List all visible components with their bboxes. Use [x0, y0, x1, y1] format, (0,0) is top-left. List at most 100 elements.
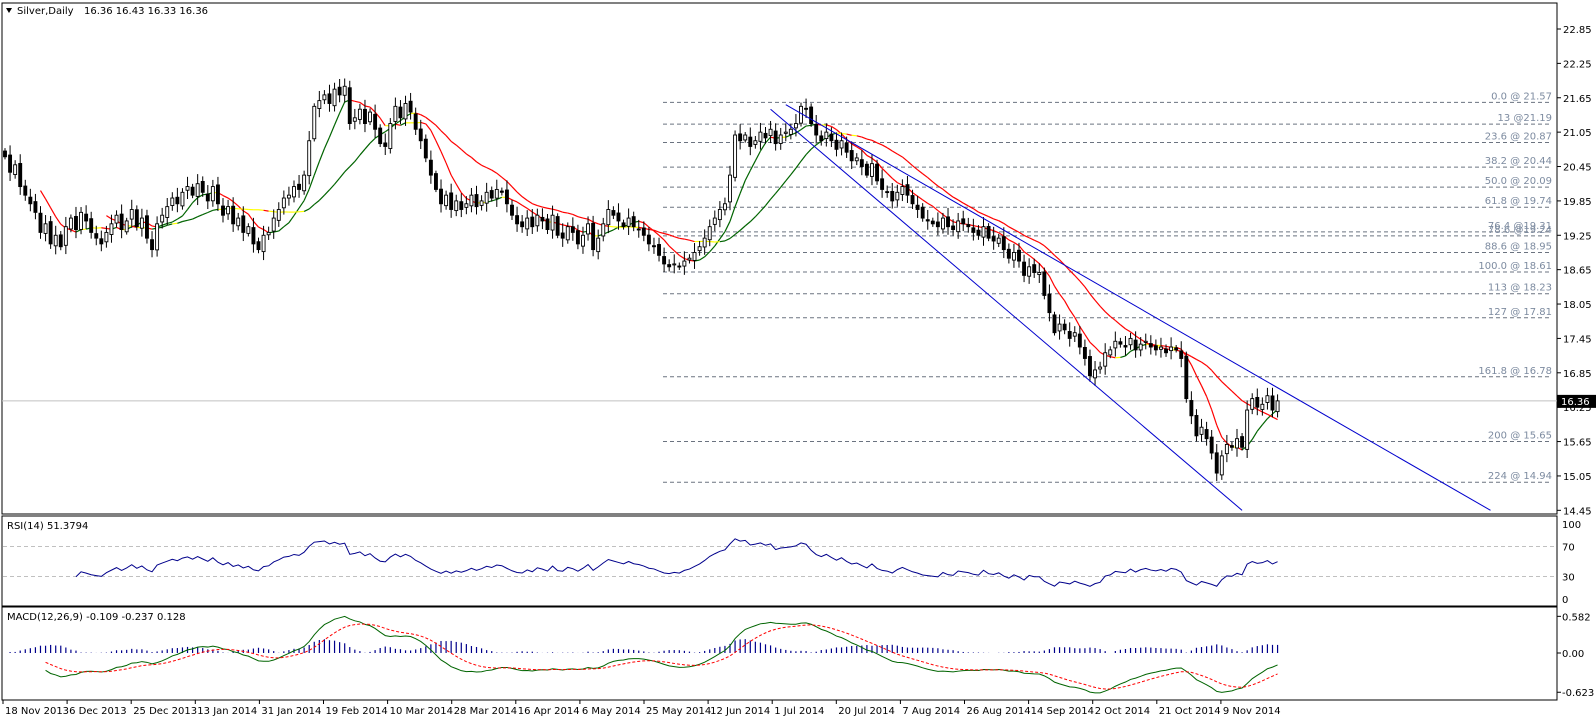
candle-body: [616, 212, 621, 222]
ma-segment: [719, 231, 726, 240]
candle-body: [768, 128, 773, 137]
ma-segment: [511, 186, 518, 193]
ma-segment: [1069, 309, 1076, 318]
candle-body: [1245, 409, 1250, 450]
ma-segment: [826, 124, 832, 127]
candle-body: [403, 103, 408, 120]
ma-segment: [308, 203, 315, 210]
candle: [43, 215, 48, 242]
candle-body: [1189, 400, 1194, 417]
ma-segment: [1211, 369, 1218, 377]
candle: [510, 199, 514, 220]
ma-segment: [1028, 237, 1035, 241]
ma-segment: [308, 174, 315, 190]
candle-body: [1159, 346, 1163, 350]
candle: [469, 187, 474, 213]
moving-averages: [39, 99, 1278, 451]
candle: [535, 208, 540, 232]
candle-body: [281, 197, 286, 209]
ma-segment: [886, 147, 893, 152]
candle-body: [1006, 248, 1011, 259]
ma-segment: [689, 239, 695, 243]
candle-body: [378, 127, 383, 145]
channel-line[interactable]: [785, 104, 1491, 511]
ma-segment: [1196, 358, 1202, 363]
ma-segment: [1191, 356, 1197, 360]
candle: [1093, 361, 1098, 386]
ma-segment: [1272, 416, 1278, 421]
fib-level-label: 50.0 @ 20.09: [1485, 176, 1552, 187]
fib-level-label: 38.2 @ 20.44: [1485, 156, 1552, 167]
candle: [692, 243, 697, 269]
candle: [63, 216, 68, 255]
candle-body: [763, 132, 768, 139]
ma-segment: [222, 194, 229, 199]
candle-body: [246, 226, 251, 234]
candle-body: [1108, 349, 1113, 356]
ma-segment: [572, 213, 579, 218]
candle: [1047, 284, 1052, 322]
ma-segment: [927, 202, 934, 207]
ma-segment: [927, 177, 934, 183]
collapse-triangle-icon[interactable]: [6, 8, 12, 13]
ma-segment: [359, 148, 366, 156]
candle-body: [1174, 347, 1179, 351]
candle: [900, 179, 905, 202]
macd-tick-label: 0.00: [1562, 649, 1584, 660]
candle-body: [515, 215, 520, 225]
candle-body: [504, 189, 509, 205]
ma-segment: [1099, 305, 1106, 313]
candle-body: [434, 173, 438, 190]
ma-segment: [557, 209, 563, 213]
ma-segment: [329, 183, 335, 191]
ma-segment: [1018, 231, 1025, 236]
candle: [145, 209, 149, 244]
candle-body: [195, 183, 200, 197]
ma-segment: [831, 125, 837, 131]
candle: [1128, 332, 1133, 350]
candle: [403, 95, 408, 126]
ma-segment: [430, 130, 437, 141]
ma-segment: [263, 209, 269, 212]
candle-body: [1113, 340, 1118, 349]
candle: [53, 225, 58, 255]
candle-body: [591, 222, 596, 251]
candle-body: [834, 139, 839, 150]
ma-segment: [1033, 239, 1040, 244]
candle-body: [575, 230, 580, 245]
candle: [662, 247, 667, 272]
ma-segment: [1094, 346, 1101, 353]
candle: [1077, 325, 1082, 355]
candle-body: [657, 244, 661, 256]
candle-body: [961, 218, 966, 225]
ma-segment: [364, 105, 371, 108]
ma-segment: [891, 150, 898, 155]
ma-segment: [724, 221, 731, 232]
ma-segment: [1008, 226, 1015, 231]
candle-body: [545, 218, 550, 230]
candle: [185, 176, 190, 199]
candle: [1189, 391, 1194, 425]
candle: [809, 103, 814, 127]
candle-body: [165, 206, 170, 218]
channel-line[interactable]: [770, 108, 1243, 511]
candle: [1103, 343, 1108, 375]
candle-body: [1169, 346, 1174, 352]
ma-segment: [333, 112, 341, 126]
ma-segment: [1074, 275, 1081, 282]
candle: [520, 215, 525, 233]
date-tick-label: 25 May 2014: [646, 706, 711, 717]
fib-level-label: 200 @ 15.65: [1488, 431, 1552, 442]
candle: [195, 174, 200, 206]
ma-segment: [638, 220, 644, 224]
ma-segment: [932, 181, 939, 187]
candle: [190, 183, 195, 199]
candle: [408, 92, 413, 120]
candles: [3, 78, 1280, 481]
price-axis: 22.85 22.25 21.65 21.05 20.45 19.85 19.25 18.65…: [1557, 25, 1592, 517]
ma-segment: [1211, 409, 1218, 426]
candle: [175, 187, 180, 213]
candle: [139, 208, 144, 237]
ma-segment: [1231, 390, 1238, 397]
candle: [84, 205, 89, 229]
